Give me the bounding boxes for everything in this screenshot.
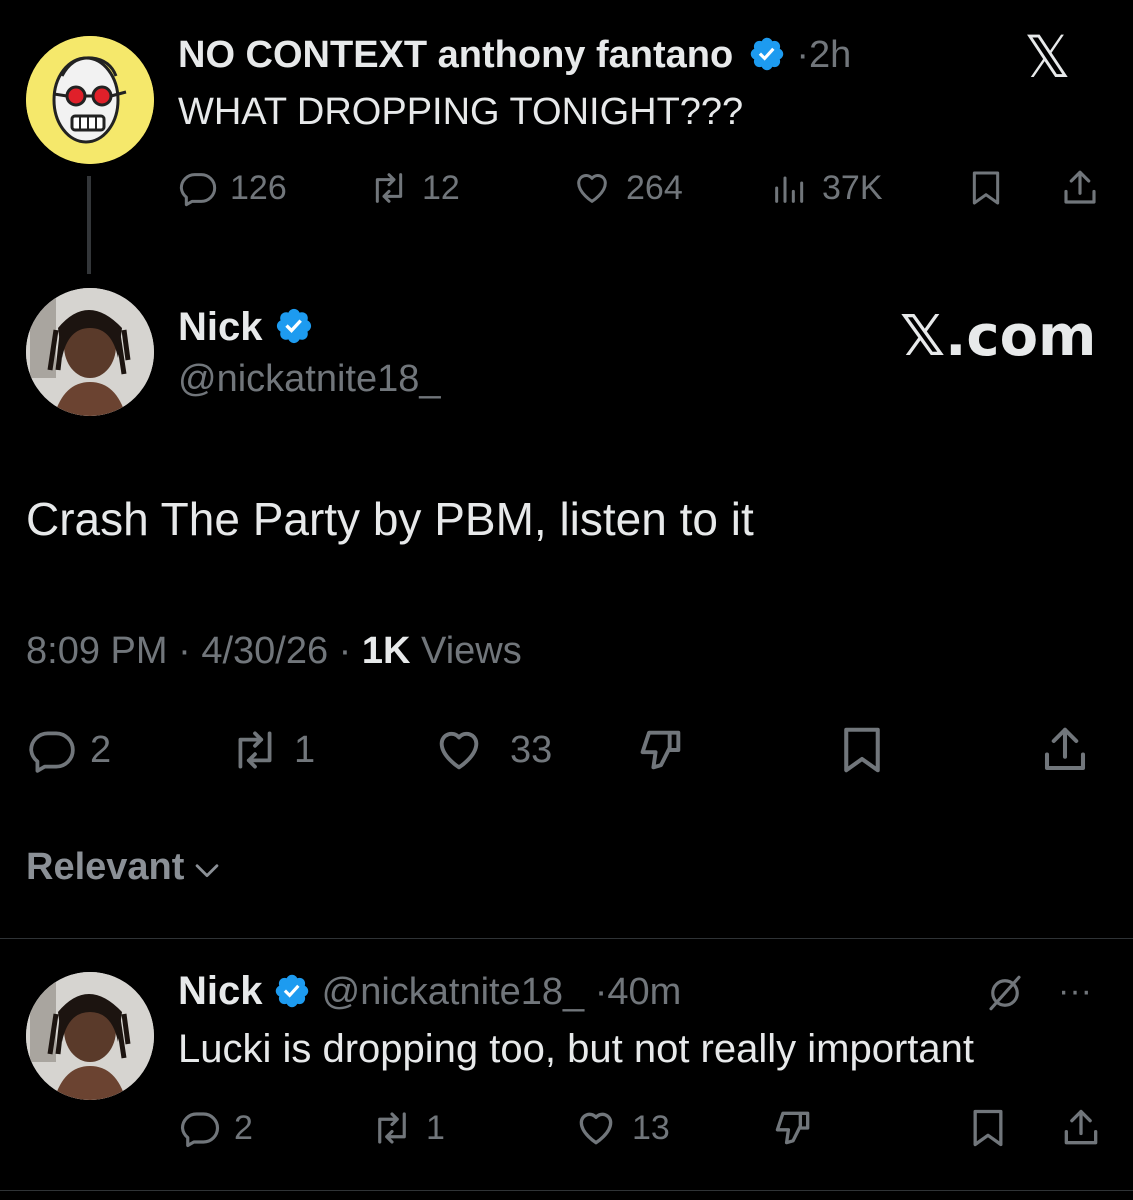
main-meta: 8:09 PM · 4/30/26 · 1K Views (26, 628, 522, 674)
parent-like-count: 264 (626, 168, 683, 207)
main-bookmark-button[interactable] (834, 724, 890, 776)
parent-header: NO CONTEXT anthony fantano ·2h (178, 32, 851, 78)
main-share-button[interactable] (1036, 724, 1094, 776)
reply-reply-count: 2 (234, 1108, 253, 1147)
reply-like-count: 13 (632, 1108, 670, 1147)
repost-icon (378, 1112, 406, 1144)
repost-icon (375, 173, 403, 203)
reply-header: Nick @nickatnite18_ ·40m (178, 968, 681, 1015)
reply-timestamp[interactable]: 40m (607, 971, 681, 1013)
heart-icon (439, 731, 479, 770)
views-chart-icon (775, 176, 804, 203)
parent-separator: · (796, 34, 809, 76)
xcom-brand: 𝕏.com (900, 304, 1097, 369)
bookmark-icon (972, 171, 1000, 205)
profile-photo (26, 972, 154, 1100)
reply-repost-count: 1 (426, 1108, 445, 1147)
parent-views-button[interactable]: 37K (770, 168, 883, 208)
thumbs-down-icon (640, 730, 681, 770)
main-repost-count: 1 (294, 728, 316, 771)
reply-share-button[interactable] (1058, 1106, 1104, 1150)
parent-bookmark-button[interactable] (966, 168, 1006, 208)
reply-reply-button[interactable]: 2 (178, 1106, 253, 1150)
sort-dropdown[interactable]: Relevant (26, 844, 224, 890)
parent-like-button[interactable]: 264 (570, 168, 683, 208)
parent-repost-count: 12 (422, 168, 460, 207)
bookmark-icon (973, 1109, 1003, 1147)
verified-badge-icon (750, 37, 784, 71)
main-time[interactable]: 8:09 PM (26, 630, 168, 672)
thread-line (87, 176, 91, 274)
parent-repost-button[interactable]: 12 (368, 168, 460, 208)
parent-reply-count: 126 (230, 168, 287, 207)
main-text: Crash The Party by PBM, listen to it (26, 493, 754, 545)
parent-reply-button[interactable]: 126 (178, 168, 287, 208)
main-date[interactable]: 4/30/26 (201, 630, 328, 672)
verified-badge-icon (275, 974, 309, 1008)
meta-separator: · (338, 630, 352, 672)
reply-like-button[interactable]: 13 (572, 1106, 670, 1150)
reply-text: Lucki is dropping too, but not really im… (178, 1027, 974, 1071)
main-reply-button[interactable]: 2 (26, 724, 111, 776)
main-views-label: Views (421, 630, 522, 672)
reply-repost-button[interactable]: 1 (370, 1106, 445, 1150)
parent-views-count: 37K (822, 168, 883, 207)
parent-share-button[interactable] (1058, 168, 1102, 208)
reply-avatar[interactable] (26, 972, 154, 1100)
x-logo-icon[interactable]: 𝕏 (1024, 26, 1071, 88)
main-like-button[interactable]: 33 (430, 724, 552, 776)
bottom-divider (0, 1190, 1133, 1191)
thumbs-down-icon (775, 1111, 810, 1145)
main-repost-button[interactable]: 1 (228, 724, 315, 776)
share-icon (1044, 727, 1086, 771)
repost-icon (238, 731, 272, 769)
section-divider (0, 938, 1133, 939)
meta-separator: · (178, 630, 191, 672)
parent-display-name[interactable]: NO CONTEXT anthony fantano (178, 34, 733, 76)
share-icon (1064, 170, 1096, 204)
reply-display-name[interactable]: Nick (178, 969, 263, 1013)
parent-text: WHAT DROPPING TONIGHT??? (178, 91, 744, 133)
cartoon-face-icon (26, 36, 154, 164)
profile-photo (26, 288, 154, 416)
reply-handle[interactable]: @nickatnite18_ (322, 971, 585, 1013)
main-reply-count: 2 (90, 728, 112, 771)
sort-label: Relevant (26, 846, 185, 888)
main-avatar[interactable] (26, 288, 154, 416)
bookmark-icon (844, 727, 880, 773)
heart-icon (577, 174, 607, 203)
parent-avatar[interactable] (26, 36, 154, 164)
more-options-icon[interactable]: ··· (1058, 968, 1092, 1014)
reply-dislike-button[interactable] (770, 1106, 816, 1150)
main-dislike-button[interactable] (634, 724, 688, 776)
grok-slash-icon (989, 975, 1021, 1011)
parent-timestamp[interactable]: 2h (809, 34, 851, 76)
reply-icon (180, 1112, 220, 1148)
reply-icon (179, 173, 217, 207)
reply-icon (29, 731, 75, 773)
reply-grok-button[interactable] (984, 972, 1026, 1014)
share-icon (1064, 1109, 1098, 1145)
heart-icon (579, 1112, 613, 1145)
reply-bookmark-button[interactable] (966, 1106, 1010, 1150)
reply-separator: · (594, 971, 608, 1013)
main-handle[interactable]: @nickatnite18_ (178, 356, 441, 402)
main-like-count: 33 (510, 728, 553, 771)
verified-badge-icon (276, 309, 311, 344)
chevron-down-icon (196, 864, 219, 878)
main-views-count: 1K (361, 630, 411, 672)
main-display-name[interactable]: Nick (178, 305, 263, 349)
main-name-row: Nick (178, 304, 314, 350)
